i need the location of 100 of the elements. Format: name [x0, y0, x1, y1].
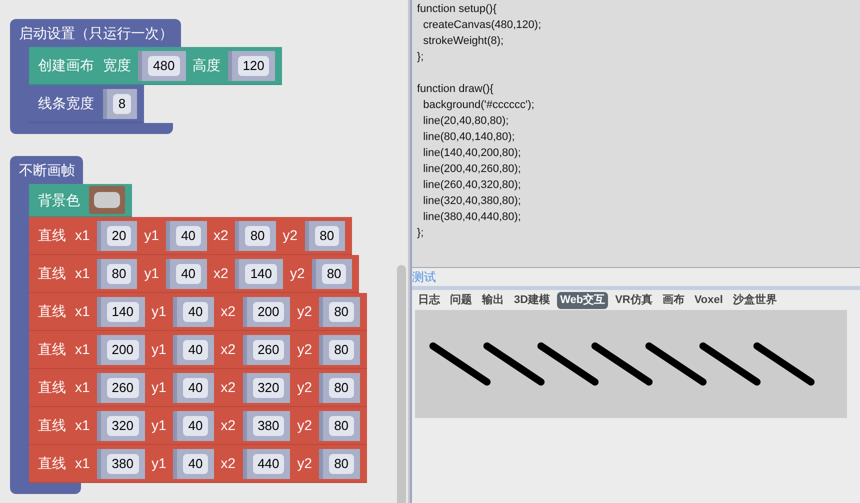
input-slot[interactable]: 40	[173, 296, 214, 326]
input-slot[interactable]: 200	[242, 296, 290, 326]
field-label: y1	[144, 264, 160, 283]
input-slot[interactable]: 380	[242, 410, 290, 440]
number-field[interactable]: 320	[252, 378, 284, 398]
block-label: 直线	[38, 340, 66, 359]
input-slot[interactable]: 120	[228, 50, 276, 80]
panel-tab[interactable]: 画布	[659, 292, 688, 308]
input-slot[interactable]: 8	[103, 88, 137, 118]
number-field[interactable]: 8	[113, 94, 131, 114]
panel-tab[interactable]: Web交互	[557, 292, 608, 308]
number-field[interactable]: 80	[329, 378, 354, 398]
number-field[interactable]: 260	[252, 340, 284, 360]
input-slot[interactable]: 140	[235, 258, 284, 288]
code-block[interactable]: 直线 x1 320 y1 40 x2 380 y2 80	[29, 407, 367, 445]
block-header[interactable]: 启动设置（只运行一次）	[10, 19, 181, 47]
number-field[interactable]: 80	[329, 340, 354, 360]
input-slot[interactable]: 80	[312, 258, 352, 288]
number-field[interactable]: 380	[106, 454, 138, 474]
field-label: x1	[75, 302, 90, 321]
input-slot[interactable]: 140	[96, 296, 144, 326]
input-slot[interactable]: 40	[173, 448, 214, 478]
input-slot[interactable]: 260	[96, 372, 144, 402]
input-slot[interactable]: 200	[96, 334, 144, 364]
input-slot[interactable]: 40	[166, 258, 207, 288]
panel-tab[interactable]: 3D建模	[511, 292, 554, 308]
code-block[interactable]: 线条宽度 8	[29, 85, 144, 123]
number-field[interactable]: 80	[329, 416, 354, 436]
code-line: createCanvas(480,120);	[422, 18, 542, 33]
input-slot[interactable]: 40	[173, 410, 214, 440]
code-block[interactable]: 创建画布 宽度 480 高度 120	[29, 47, 282, 85]
input-slot[interactable]: 80	[319, 448, 360, 478]
input-slot[interactable]: 320	[96, 410, 144, 440]
input-slot[interactable]: 380	[96, 448, 144, 478]
field-label: x2	[214, 226, 228, 245]
number-field[interactable]: 440	[252, 454, 284, 474]
number-field[interactable]: 140	[245, 264, 278, 284]
number-field[interactable]: 380	[252, 416, 284, 436]
number-field[interactable]: 80	[322, 264, 346, 284]
number-field[interactable]: 120	[238, 56, 270, 76]
number-field[interactable]: 80	[106, 264, 132, 284]
panel-tab[interactable]: VR仿真	[612, 292, 656, 308]
color-slot[interactable]	[89, 186, 125, 214]
number-field[interactable]: 20	[106, 226, 132, 246]
code-block[interactable]: 直线 x1 20 y1 40 x2 80 y2 80	[29, 217, 352, 255]
code-block[interactable]: 直线 x1 80 y1 40 x2 140 y2 80	[29, 255, 360, 293]
number-field[interactable]: 40	[176, 264, 201, 284]
input-slot[interactable]: 40	[173, 372, 214, 402]
number-field[interactable]: 40	[183, 454, 208, 474]
number-field[interactable]: 80	[314, 226, 340, 246]
field-label: y1	[152, 340, 166, 359]
number-field[interactable]: 320	[106, 416, 138, 436]
number-field[interactable]: 480	[148, 56, 180, 76]
number-field[interactable]: 40	[183, 378, 208, 398]
input-slot[interactable]: 480	[138, 50, 186, 80]
block-header[interactable]: 不断画帧	[10, 156, 83, 184]
code-block[interactable]: 直线 x1 140 y1 40 x2 200 y2 80	[29, 293, 367, 331]
panel-tab[interactable]: 沙盒世界	[730, 292, 780, 308]
code-block[interactable]: 直线 x1 380 y1 40 x2 440 y2 80	[29, 445, 367, 483]
input-slot[interactable]: 40	[166, 220, 207, 250]
field-label: x1	[75, 340, 90, 359]
number-field[interactable]: 40	[183, 416, 208, 436]
input-slot[interactable]: 440	[242, 448, 290, 478]
input-slot[interactable]: 80	[235, 220, 276, 250]
number-field[interactable]: 260	[106, 378, 138, 398]
panel-tab[interactable]: 问题	[447, 292, 475, 308]
field-label: y2	[297, 454, 312, 473]
code-block[interactable]: 直线 x1 260 y1 40 x2 320 y2 80	[29, 369, 367, 407]
panel-tab[interactable]: Voxel	[691, 292, 726, 308]
panel-tab[interactable]: 日志	[415, 292, 443, 308]
input-slot[interactable]: 80	[96, 258, 138, 288]
input-slot[interactable]: 80	[319, 410, 360, 440]
field-label: x2	[220, 378, 236, 397]
input-slot[interactable]: 320	[242, 372, 290, 402]
number-field[interactable]: 80	[329, 454, 354, 474]
number-field[interactable]: 200	[252, 302, 284, 322]
number-field[interactable]: 40	[183, 302, 208, 322]
number-field[interactable]: 80	[329, 302, 354, 322]
input-slot[interactable]: 80	[319, 296, 360, 326]
block-label: 创建画布	[38, 56, 94, 75]
input-slot[interactable]: 80	[319, 334, 360, 364]
input-slot[interactable]: 80	[319, 372, 360, 402]
panel-tab[interactable]: 输出	[479, 292, 507, 308]
color-swatch[interactable]	[94, 192, 120, 208]
field-label: y1	[152, 378, 166, 397]
code-block[interactable]: 直线 x1 200 y1 40 x2 260 y2 80	[29, 331, 367, 369]
input-slot[interactable]: 20	[96, 220, 138, 250]
input-slot[interactable]: 80	[304, 220, 346, 250]
number-field[interactable]: 40	[176, 226, 201, 246]
number-field[interactable]: 200	[106, 340, 138, 360]
number-field[interactable]: 140	[106, 302, 138, 322]
input-slot[interactable]: 40	[173, 334, 214, 364]
scrollbar[interactable]	[397, 265, 406, 503]
number-field[interactable]: 40	[183, 340, 208, 360]
code-line: line(260,40,320,80);	[422, 178, 522, 193]
field-label: y2	[297, 378, 312, 397]
input-slot[interactable]: 260	[242, 334, 290, 364]
field-label: 高度	[192, 56, 221, 75]
number-field[interactable]: 80	[245, 226, 270, 246]
field-label: x1	[75, 416, 90, 435]
